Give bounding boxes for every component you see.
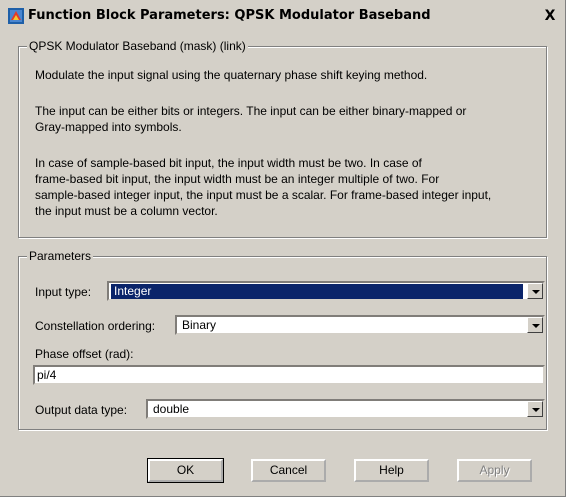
mask-description-group: QPSK Modulator Baseband (mask) (link) Mo… bbox=[18, 39, 547, 238]
description-line: sample-based integer input, the input mu… bbox=[35, 188, 492, 202]
chevron-down-icon[interactable] bbox=[527, 283, 543, 299]
input-type-label: Input type: bbox=[35, 285, 92, 299]
cancel-button[interactable]: Cancel bbox=[251, 459, 326, 482]
description-line: The input can be either bits or integers… bbox=[35, 104, 467, 118]
output-data-type-label: Output data type: bbox=[35, 403, 128, 417]
ok-button[interactable]: OK bbox=[147, 458, 224, 483]
title-bar[interactable]: Function Block Parameters: QPSK Modulato… bbox=[4, 4, 562, 28]
phase-offset-input[interactable] bbox=[37, 367, 541, 383]
phase-offset-field[interactable] bbox=[33, 365, 545, 385]
mask-group-title: QPSK Modulator Baseband (mask) (link) bbox=[27, 39, 248, 53]
window-title: Function Block Parameters: QPSK Modulato… bbox=[28, 8, 431, 23]
phase-offset-label: Phase offset (rad): bbox=[35, 347, 134, 361]
description-line: the input must be a column vector. bbox=[35, 204, 218, 218]
chevron-down-icon[interactable] bbox=[527, 317, 543, 333]
constellation-ordering-select[interactable]: Binary bbox=[175, 315, 545, 335]
chevron-down-icon[interactable] bbox=[527, 401, 543, 417]
help-button[interactable]: Help bbox=[354, 459, 429, 482]
description-line: frame-based bit input, the input width m… bbox=[35, 172, 440, 186]
description-line: Modulate the input signal using the quat… bbox=[35, 68, 428, 82]
output-data-type-select[interactable]: double bbox=[146, 399, 545, 419]
simulink-block-icon bbox=[8, 8, 24, 24]
constellation-ordering-value: Binary bbox=[182, 318, 217, 332]
input-type-value: Integer bbox=[111, 284, 523, 299]
constellation-ordering-label: Constellation ordering: bbox=[35, 319, 156, 333]
description-line: Gray-mapped into symbols. bbox=[35, 120, 182, 134]
close-button[interactable]: X bbox=[540, 6, 560, 26]
apply-button[interactable]: Apply bbox=[457, 459, 532, 482]
input-type-select[interactable]: Integer bbox=[107, 281, 545, 301]
parameters-group: Parameters Input type: Integer Constella… bbox=[18, 249, 547, 430]
dialog-window: Function Block Parameters: QPSK Modulato… bbox=[0, 0, 566, 497]
description-line: In case of sample-based bit input, the i… bbox=[35, 156, 422, 170]
output-data-type-value: double bbox=[153, 402, 190, 416]
parameters-group-title: Parameters bbox=[27, 249, 94, 263]
